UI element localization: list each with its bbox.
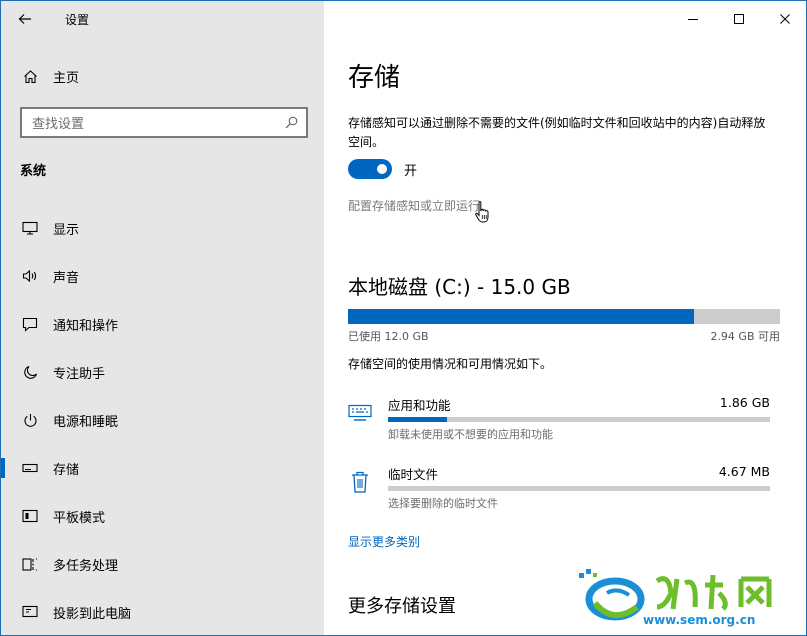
sidebar-item-multitasking[interactable]: 多任务处理 (1, 540, 324, 588)
settings-window: 设置 主页 查找设置 系统 显示 声音 通知和操作 专注助手 电源和睡眠 存储 … (0, 0, 807, 636)
sidebar-item-tablet-mode[interactable]: 平板模式 (1, 492, 324, 540)
sidebar-item-label: 主页 (53, 70, 80, 86)
main-content: 存储 存储感知可以通过删除不需要的文件(例如临时文件和回收站中的内容)自动释放空… (324, 1, 806, 635)
search-icon (285, 116, 298, 129)
sidebar-item-project[interactable]: 投影到此电脑 (1, 588, 324, 635)
sidebar-item-notifications[interactable]: 通知和操作 (1, 300, 324, 348)
display-icon (22, 220, 38, 236)
sidebar-item-label: 存储 (53, 462, 80, 478)
disk-title: 本地磁盘 (C:) - 15.0 GB (348, 275, 571, 299)
category-size: 1.86 GB (719, 395, 770, 410)
watermark-logo: www.sem.org.cn (573, 563, 803, 635)
minimize-icon (688, 19, 698, 20)
project-icon (22, 604, 38, 620)
speaker-icon (22, 268, 38, 284)
search-input[interactable]: 查找设置 (20, 107, 308, 138)
category-usage-bar-fill (388, 417, 448, 422)
back-arrow-icon (18, 14, 31, 24)
storage-sense-description: 存储感知可以通过删除不需要的文件(例如临时文件和回收站中的内容)自动释放空间。 (348, 116, 766, 149)
category-subtitle: 卸载未使用或不想要的应用和功能 (388, 428, 553, 441)
usage-description: 存储空间的使用情况和可用情况如下。 (348, 357, 553, 371)
category-apps-features[interactable]: 应用和功能 1.86 GB 卸载未使用或不想要的应用和功能 (348, 395, 780, 451)
power-icon (22, 412, 38, 428)
sidebar-item-home[interactable]: 主页 (1, 59, 324, 93)
sidebar-item-label: 显示 (53, 222, 80, 238)
sidebar-item-power-sleep[interactable]: 电源和睡眠 (1, 396, 324, 444)
category-subtitle: 选择要删除的临时文件 (388, 497, 498, 510)
sidebar-item-label: 平板模式 (53, 510, 106, 526)
category-size: 4.67 MB (718, 464, 770, 479)
sidebar-item-focus-assist[interactable]: 专注助手 (1, 348, 324, 396)
search-placeholder: 查找设置 (32, 117, 85, 132)
sidebar-item-storage[interactable]: 存储 (1, 444, 324, 492)
toggle-state-label: 开 (404, 163, 418, 179)
sidebar-item-label: 专注助手 (53, 366, 106, 382)
maximize-icon (734, 14, 744, 24)
keyboard-icon (348, 401, 372, 425)
multitask-icon (22, 556, 38, 572)
category-usage-bar (388, 417, 770, 422)
home-icon (22, 68, 38, 84)
storage-sense-toggle-row: 开 (348, 159, 417, 179)
disk-usage-bar (348, 309, 780, 324)
sidebar-item-sound[interactable]: 声音 (1, 252, 324, 300)
sidebar-item-label: 通知和操作 (53, 318, 119, 334)
category-name: 应用和功能 (388, 398, 451, 413)
back-button[interactable] (1, 1, 49, 37)
section-title: 系统 (20, 164, 47, 179)
trash-icon (348, 470, 372, 494)
sidebar-item-label: 投影到此电脑 (53, 606, 132, 622)
close-icon (780, 14, 790, 24)
maximize-button[interactable] (716, 1, 762, 37)
category-temp-files[interactable]: 临时文件 4.67 MB 选择要删除的临时文件 (348, 464, 780, 520)
category-name: 临时文件 (388, 467, 439, 482)
show-more-categories-link[interactable]: 显示更多类别 (348, 533, 420, 550)
close-button[interactable] (762, 1, 806, 37)
page-title: 存储 (348, 63, 401, 93)
sidebar-item-display[interactable]: 显示 (1, 204, 324, 252)
sidebar-item-label: 多任务处理 (53, 558, 119, 574)
minimize-button[interactable] (670, 1, 716, 37)
window-controls (670, 1, 806, 37)
disk-free-label: 2.94 GB 可用 (710, 330, 780, 343)
category-usage-bar (388, 486, 770, 491)
tablet-icon (22, 508, 38, 524)
hand-cursor-icon (475, 201, 489, 223)
storage-icon (22, 460, 38, 476)
watermark-url: www.sem.org.cn (643, 613, 756, 627)
app-title: 设置 (65, 12, 90, 27)
disk-usage-bar-fill (348, 309, 694, 324)
sidebar: 设置 主页 查找设置 系统 显示 声音 通知和操作 专注助手 电源和睡眠 存储 … (1, 1, 324, 635)
sidebar-nav: 显示 声音 通知和操作 专注助手 电源和睡眠 存储 平板模式 多任务处理 投影到… (1, 204, 324, 635)
sidebar-item-label: 电源和睡眠 (53, 414, 119, 430)
notification-icon (22, 316, 38, 332)
title-bar: 设置 (1, 1, 324, 37)
storage-sense-toggle[interactable] (348, 159, 392, 179)
more-storage-settings-heading: 更多存储设置 (348, 596, 456, 617)
moon-icon (22, 364, 38, 380)
sidebar-item-label: 声音 (53, 270, 80, 286)
disk-used-label: 已使用 12.0 GB (348, 330, 429, 343)
configure-storage-sense-link[interactable]: 配置存储感知或立即运行 (348, 197, 480, 214)
